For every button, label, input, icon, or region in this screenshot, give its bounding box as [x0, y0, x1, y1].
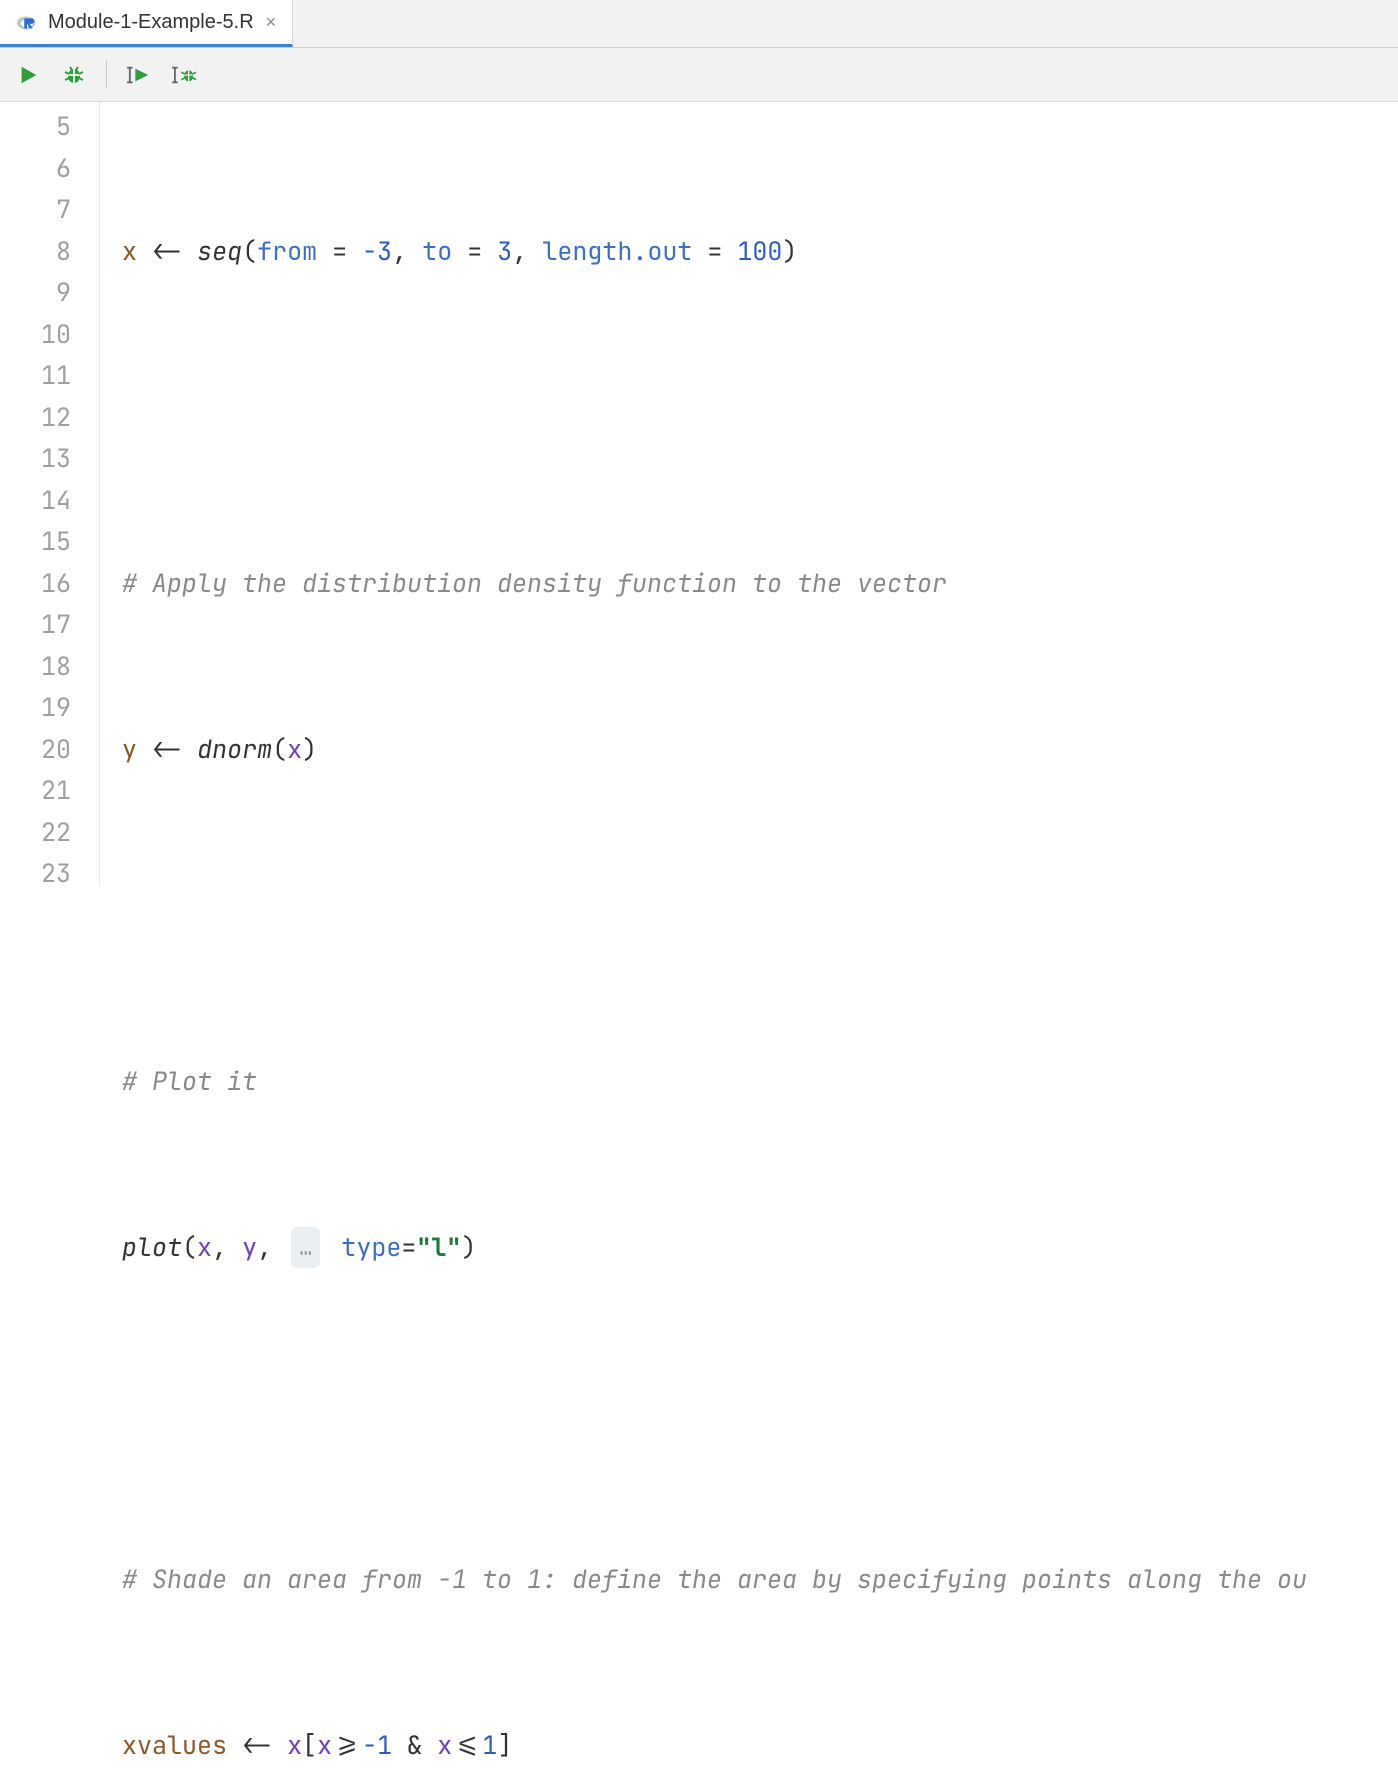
line-number: 15	[0, 521, 71, 563]
line-number: 16	[0, 563, 71, 605]
toolbar	[0, 48, 1398, 102]
line-number: 9	[0, 272, 71, 314]
code-line	[122, 1393, 1307, 1435]
line-number: 23	[0, 853, 71, 895]
code-line: # Apply the distribution density functio…	[122, 563, 1307, 605]
line-number: 6	[0, 148, 71, 190]
code-content[interactable]: x <- seq(from = -3, to = 3, length.out =…	[100, 102, 1307, 886]
code-line	[122, 397, 1307, 439]
close-tab-icon[interactable]: ×	[264, 12, 279, 33]
line-number: 5	[0, 106, 71, 148]
code-line: # Shade an area from -1 to 1: define the…	[122, 1559, 1307, 1601]
code-line: # Plot it	[122, 1061, 1307, 1103]
code-line	[122, 895, 1307, 937]
line-number: 22	[0, 812, 71, 854]
toolbar-separator	[106, 61, 107, 89]
run-selection-icon[interactable]	[125, 61, 153, 89]
line-number: 18	[0, 646, 71, 688]
debug-selection-icon[interactable]	[171, 61, 199, 89]
line-number: 20	[0, 729, 71, 771]
tab-title: Module-1-Example-5.R	[48, 11, 254, 34]
line-number: 21	[0, 770, 71, 812]
debug-icon[interactable]	[60, 61, 88, 89]
file-tab[interactable]: Module-1-Example-5.R ×	[0, 0, 293, 47]
code-editor[interactable]: 567891011121314151617181920212223 x <- s…	[0, 102, 1398, 886]
line-number: 12	[0, 397, 71, 439]
code-line: plot(x, y, … type="l")	[122, 1227, 1307, 1269]
line-number: 11	[0, 355, 71, 397]
code-line: xvalues <- x[x>=-1 & x<=1]	[122, 1725, 1307, 1767]
line-number: 13	[0, 438, 71, 480]
line-number-gutter: 567891011121314151617181920212223	[0, 102, 100, 886]
code-line: y <- dnorm(x)	[122, 729, 1307, 771]
line-number: 7	[0, 189, 71, 231]
line-number: 14	[0, 480, 71, 522]
tab-bar: Module-1-Example-5.R ×	[0, 0, 1398, 48]
line-number: 17	[0, 604, 71, 646]
r-file-icon	[16, 11, 38, 33]
line-number: 10	[0, 314, 71, 356]
run-icon[interactable]	[14, 61, 42, 89]
param-hint: …	[291, 1227, 320, 1269]
line-number: 8	[0, 231, 71, 273]
code-line: x <- seq(from = -3, to = 3, length.out =…	[122, 231, 1307, 273]
line-number: 19	[0, 687, 71, 729]
